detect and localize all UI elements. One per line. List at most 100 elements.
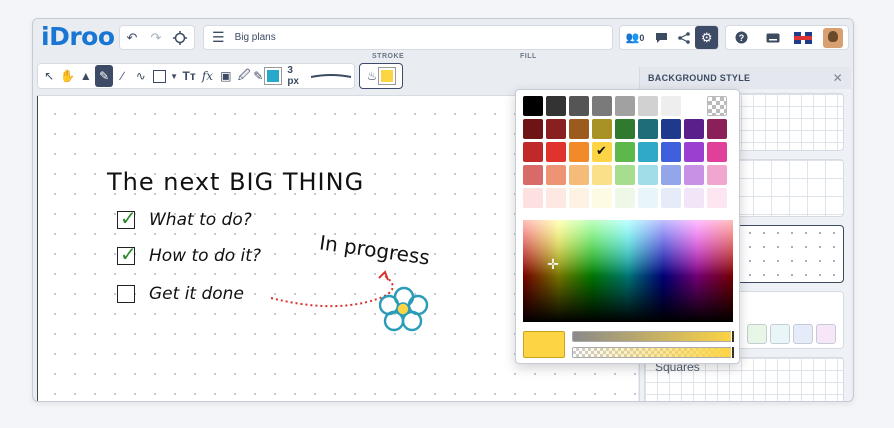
color-swatch[interactable]	[615, 142, 635, 162]
transparent-swatch[interactable]	[707, 96, 727, 116]
color-swatch[interactable]	[546, 119, 566, 139]
color-swatch[interactable]	[707, 142, 727, 162]
color-swatch[interactable]	[523, 96, 543, 116]
color-swatch[interactable]	[569, 188, 589, 208]
color-swatch[interactable]	[592, 142, 612, 162]
color-swatch[interactable]	[592, 188, 612, 208]
pan-tool[interactable]: ✋	[58, 65, 76, 87]
color-swatch[interactable]	[615, 119, 635, 139]
dotted-arrow[interactable]	[267, 264, 397, 314]
color-swatch[interactable]	[523, 165, 543, 185]
color-swatch[interactable]	[592, 165, 612, 185]
color-swatch[interactable]	[569, 165, 589, 185]
crosshair-icon[interactable]: ✛	[547, 257, 559, 271]
language-flag-icon[interactable]	[793, 31, 812, 44]
line-tool[interactable]: ∕	[113, 65, 131, 87]
color-swatch[interactable]	[615, 165, 635, 185]
stroke-width-value[interactable]: 3 px	[281, 65, 310, 87]
image-tool[interactable]: ▣	[217, 65, 235, 87]
color-swatch[interactable]	[546, 165, 566, 185]
color-swatch[interactable]	[684, 142, 704, 162]
color-swatch[interactable]	[661, 188, 681, 208]
color-swatch[interactable]	[638, 119, 658, 139]
redo-button[interactable]: ↷	[144, 26, 168, 49]
eyedropper-tool[interactable]: 🖉	[235, 65, 253, 87]
color-swatch[interactable]	[661, 119, 681, 139]
slider-handle[interactable]	[731, 346, 735, 359]
users-button[interactable]: 👥 0	[620, 26, 650, 49]
formula-tool[interactable]: fx	[198, 65, 216, 87]
color-swatch[interactable]	[615, 96, 635, 116]
document-name-field[interactable]: ☰ Big plans	[203, 25, 613, 50]
color-swatch[interactable]	[707, 188, 727, 208]
color-swatch[interactable]	[638, 142, 658, 162]
chat-icon	[655, 32, 667, 43]
fit-view-button[interactable]	[168, 26, 192, 49]
color-swatch[interactable]	[523, 188, 543, 208]
share-button[interactable]	[673, 26, 696, 49]
color-swatch[interactable]	[684, 119, 704, 139]
settings-button[interactable]: ⚙	[695, 26, 718, 49]
shape-dropdown[interactable]: ▼	[168, 65, 180, 87]
color-swatch[interactable]	[523, 119, 543, 139]
stroke-color-button[interactable]: ✎	[253, 65, 283, 87]
opacity-slider[interactable]	[572, 346, 735, 359]
close-icon[interactable]: ✕	[833, 71, 843, 85]
task-item-2[interactable]: ✓ How to do it?	[117, 242, 261, 266]
color-swatch[interactable]	[638, 188, 658, 208]
eraser-tool[interactable]: ▲	[77, 65, 95, 87]
saturation-slider[interactable]	[572, 330, 735, 343]
color-swatch[interactable]	[707, 119, 727, 139]
color-swatch[interactable]	[592, 96, 612, 116]
canvas-edge	[37, 96, 38, 401]
checkbox-unchecked[interactable]	[117, 285, 135, 303]
task-item-1[interactable]: ✓ What to do?	[117, 206, 252, 230]
color-swatch[interactable]	[546, 142, 566, 162]
bg-color-swatch[interactable]	[816, 324, 836, 344]
checkbox-checked[interactable]: ✓	[117, 206, 137, 230]
pen-tool[interactable]: ✎	[94, 65, 114, 87]
color-spectrum[interactable]: ✛	[523, 220, 733, 322]
select-tool[interactable]: ↖	[40, 65, 58, 87]
color-swatch[interactable]	[592, 119, 612, 139]
bg-color-swatch[interactable]	[770, 324, 790, 344]
undo-button[interactable]: ↶	[120, 26, 144, 49]
color-swatch[interactable]	[684, 96, 704, 116]
slider-handle[interactable]	[731, 330, 735, 343]
color-swatch[interactable]	[661, 96, 681, 116]
task-item-3[interactable]: Get it done	[117, 284, 244, 304]
color-swatch[interactable]	[523, 142, 543, 162]
color-swatch[interactable]	[661, 142, 681, 162]
fill-section-label: FILL	[520, 53, 537, 60]
square-icon	[152, 69, 166, 83]
color-swatch[interactable]	[661, 165, 681, 185]
color-swatch[interactable]	[638, 165, 658, 185]
bg-color-swatch[interactable]	[747, 324, 767, 344]
chevron-down-icon: ▼	[170, 71, 179, 81]
user-avatar[interactable]	[822, 27, 843, 48]
text-tool[interactable]: Tᴛ	[180, 65, 198, 87]
color-swatch[interactable]	[569, 96, 589, 116]
color-swatch[interactable]	[569, 142, 589, 162]
stroke-style-button[interactable]	[310, 65, 352, 87]
keyboard-button[interactable]	[761, 26, 785, 49]
color-swatch[interactable]	[546, 96, 566, 116]
color-swatch[interactable]	[615, 188, 635, 208]
color-swatch[interactable]	[569, 119, 589, 139]
color-swatch[interactable]	[546, 188, 566, 208]
shape-tool[interactable]	[150, 65, 168, 87]
fill-color-button[interactable]: ♨	[362, 65, 400, 87]
bg-color-swatch[interactable]	[793, 324, 813, 344]
help-button[interactable]: ?	[730, 26, 754, 49]
app-logo: iDroo	[41, 22, 115, 51]
chat-button[interactable]	[650, 26, 673, 49]
color-swatch[interactable]	[707, 165, 727, 185]
menu-icon[interactable]: ☰	[212, 29, 225, 46]
curve-tool[interactable]: ∿	[132, 65, 150, 87]
color-swatch[interactable]	[638, 96, 658, 116]
color-swatch[interactable]	[684, 165, 704, 185]
canvas-title-text[interactable]: The next BIG THING	[107, 168, 364, 196]
checkbox-checked[interactable]: ✓	[117, 242, 137, 266]
color-swatch[interactable]	[684, 188, 704, 208]
flower-drawing[interactable]	[379, 286, 429, 332]
